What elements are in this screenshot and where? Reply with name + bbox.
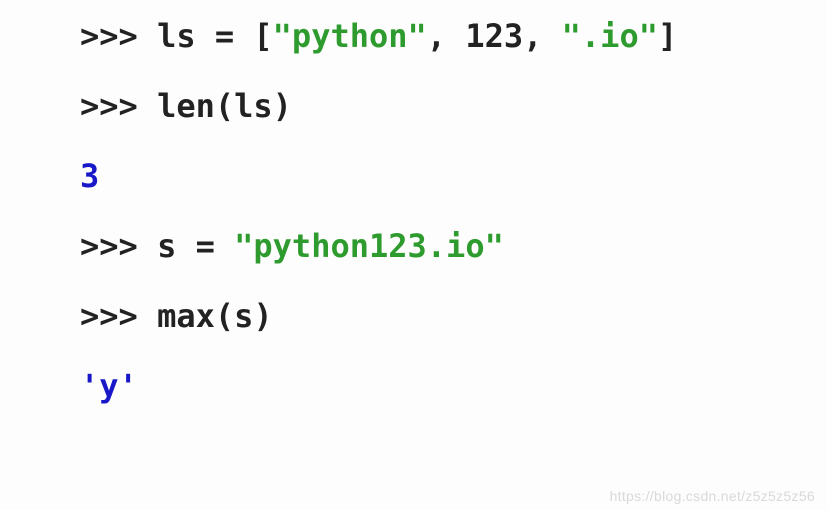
equals-sign: = xyxy=(196,17,254,55)
repl-prompt: >>> xyxy=(80,87,157,125)
variable-name: s xyxy=(157,227,176,265)
string-literal: "python" xyxy=(273,17,427,55)
variable-name: ls xyxy=(157,17,196,55)
comma: , xyxy=(427,17,466,55)
comma: , xyxy=(523,17,562,55)
repl-prompt: >>> xyxy=(80,17,157,55)
code-line-3: >>> s = "python123.io" xyxy=(80,230,827,262)
function-call: len(ls) xyxy=(157,87,292,125)
output-line-2: 'y' xyxy=(80,370,827,402)
bracket-open: [ xyxy=(253,17,272,55)
code-line-4: >>> max(s) xyxy=(80,300,827,332)
output-value: 3 xyxy=(80,157,99,195)
output-line-1: 3 xyxy=(80,160,827,192)
repl-prompt: >>> xyxy=(80,297,157,335)
equals-sign: = xyxy=(176,227,234,265)
python-repl: >>> ls = ["python", 123, ".io"] >>> len(… xyxy=(0,0,827,402)
watermark-text: https://blog.csdn.net/z5z5z5z56 xyxy=(610,488,815,504)
repl-prompt: >>> xyxy=(80,227,157,265)
code-line-2: >>> len(ls) xyxy=(80,90,827,122)
code-line-1: >>> ls = ["python", 123, ".io"] xyxy=(80,20,827,52)
output-value: 'y' xyxy=(80,367,138,405)
bracket-close: ] xyxy=(658,17,677,55)
number-literal: 123 xyxy=(465,17,523,55)
string-literal: "python123.io" xyxy=(234,227,504,265)
function-call: max(s) xyxy=(157,297,273,335)
string-literal: ".io" xyxy=(562,17,658,55)
